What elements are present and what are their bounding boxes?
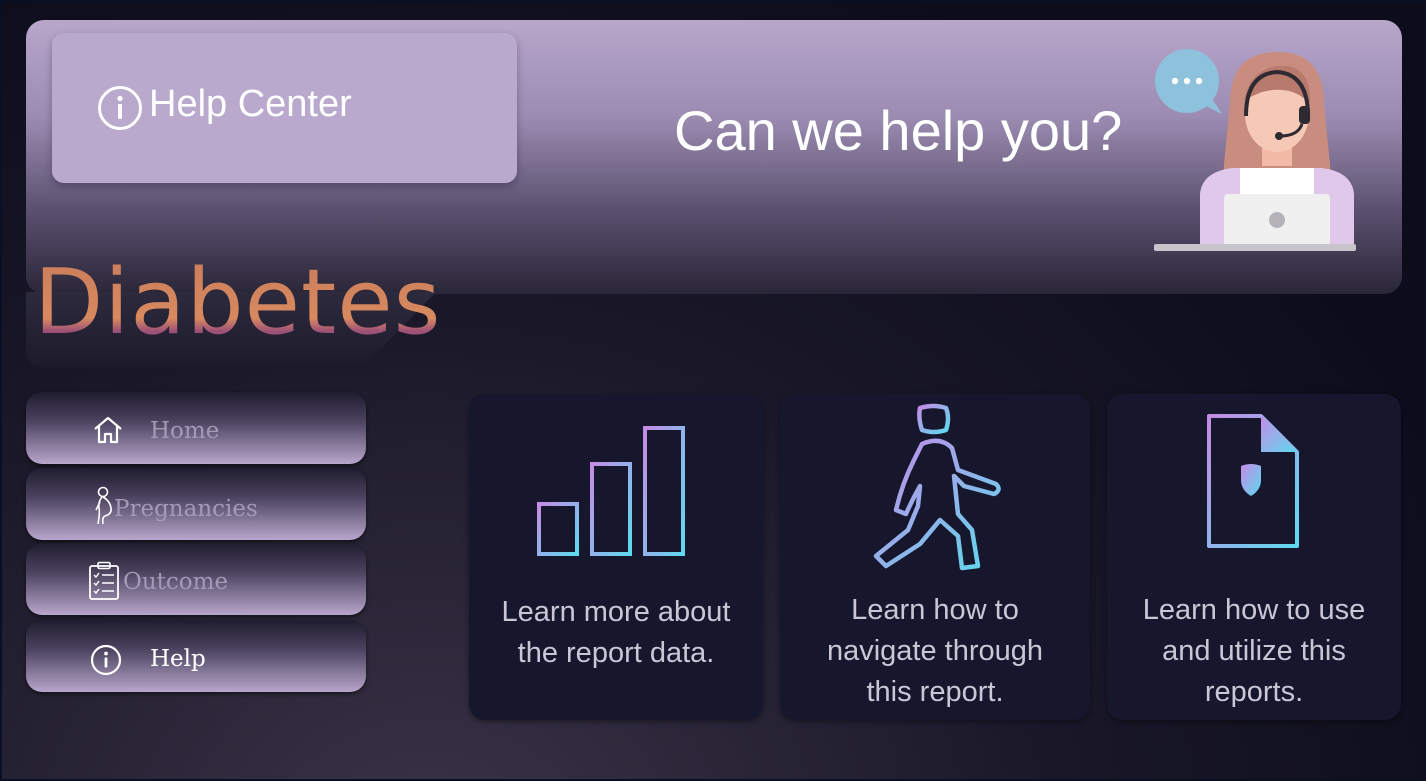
nav-home-label: Home xyxy=(150,418,220,444)
card-usage-line3: reports. xyxy=(1204,676,1304,708)
card-report-data-line2: the report data. xyxy=(517,637,715,669)
card-navigation-line3: this report. xyxy=(866,676,1004,708)
nav-outcome-button[interactable]: Outcome xyxy=(26,543,366,615)
help-page: Help Center Can we help you? Diabetes Ho… xyxy=(0,0,1426,781)
nav-pregnancies-label: Pregnancies xyxy=(114,496,258,522)
nav-home-button[interactable]: Home xyxy=(26,392,366,464)
card-usage-line1: Learn how to use xyxy=(1142,594,1366,626)
brand-title: Diabetes xyxy=(34,250,442,355)
help-center-title: Help Center xyxy=(149,82,352,125)
card-navigation[interactable]: Learn how to navigate through this repor… xyxy=(780,394,1090,720)
nav-help-button[interactable]: Help xyxy=(26,620,366,692)
bar-chart-icon xyxy=(523,426,701,556)
info-icon xyxy=(98,86,142,130)
help-center-header: Help Center xyxy=(52,33,517,183)
banner-question: Can we help you? xyxy=(674,99,1123,162)
card-navigation-line1: Learn how to xyxy=(851,594,1019,626)
nav-outcome-label: Outcome xyxy=(123,569,229,595)
support-agent-illustration xyxy=(1154,49,1356,251)
card-report-data-line1: Learn more about xyxy=(501,596,731,628)
walking-person-icon xyxy=(873,403,1001,571)
secure-document-icon xyxy=(1207,414,1299,548)
home-icon xyxy=(94,416,122,444)
card-navigation-line2: navigate through xyxy=(826,635,1044,667)
card-report-data[interactable]: Learn more about the report data. xyxy=(469,394,763,720)
info-icon xyxy=(90,644,122,676)
clipboard-checklist-icon xyxy=(89,561,119,600)
card-usage[interactable]: Learn how to use and utilize this report… xyxy=(1107,394,1401,720)
nav-help-label: Help xyxy=(150,646,206,672)
nav-pregnancies-button[interactable]: Pregnancies xyxy=(26,468,366,540)
card-usage-line2: and utilize this xyxy=(1162,635,1346,667)
